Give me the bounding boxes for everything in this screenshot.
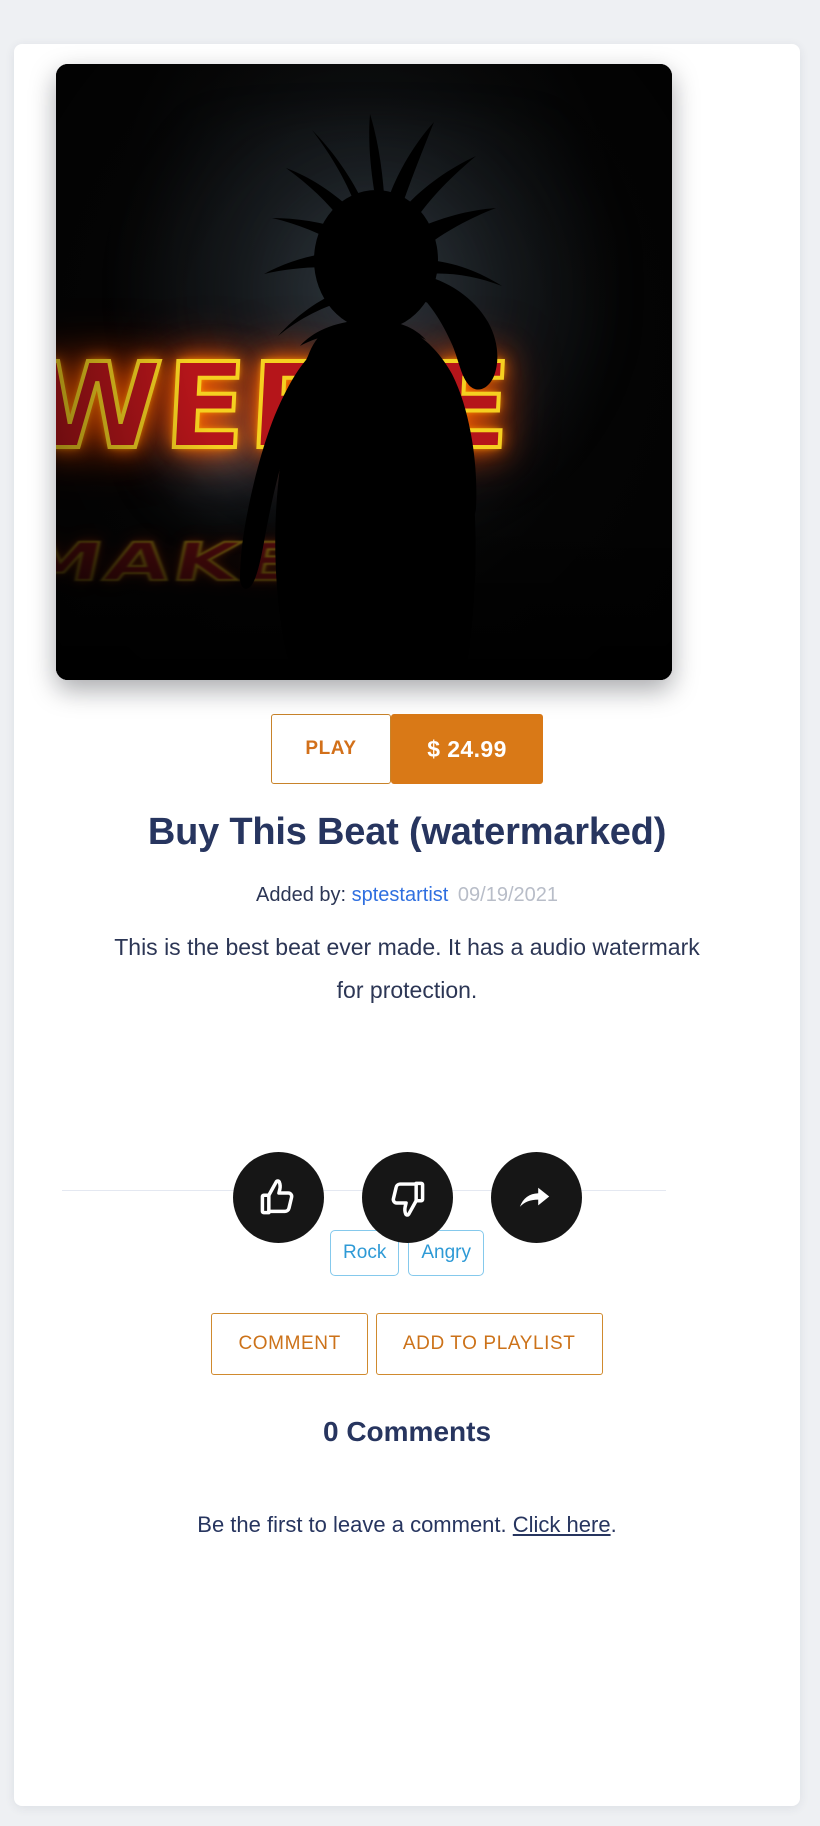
beat-detail-page: WEEKE MAKE [0, 0, 820, 1826]
leave-comment-link[interactable]: Click here [513, 1512, 611, 1537]
like-button[interactable] [232, 1152, 324, 1243]
beat-title: Buy This Beat (watermarked) [147, 811, 667, 853]
beat-description: This is the best beat ever made. It has … [114, 934, 700, 1003]
beat-cover-art[interactable]: WEEKE MAKE [56, 64, 672, 680]
price-buy-button[interactable]: $ 24.99 [391, 714, 543, 784]
thumbs-up-icon [260, 1178, 294, 1214]
added-by-label: Added by: [255, 884, 347, 906]
comments-count-heading: 0 Comments [322, 1416, 492, 1447]
thumbs-down-icon [391, 1181, 425, 1217]
reaction-button-row [14, 1152, 800, 1243]
dancer-silhouette-icon [240, 114, 502, 680]
share-icon [519, 1187, 550, 1207]
added-date: 09/19/2021 [457, 884, 558, 906]
dislike-button[interactable] [361, 1152, 453, 1243]
beat-meta: Added by: sptestartist 09/19/2021 [14, 884, 800, 907]
beat-detail-card: WEEKE MAKE [14, 44, 800, 1806]
add-to-playlist-button[interactable]: ADD TO PLAYLIST [375, 1313, 603, 1375]
share-button[interactable] [490, 1152, 582, 1243]
comments-empty-message: Be the first to leave a comment. Click h… [14, 1512, 800, 1538]
transport-button-row: PLAY $ 24.99 [14, 714, 800, 784]
comment-button[interactable]: COMMENT [211, 1313, 368, 1375]
comments-empty-prefix: Be the first to leave a comment. [197, 1512, 513, 1537]
comments-empty-suffix: . [610, 1512, 617, 1537]
play-button[interactable]: PLAY [271, 714, 391, 784]
cover-art-image: WEEKE MAKE [56, 64, 672, 680]
artist-link[interactable]: sptestartist [352, 884, 449, 906]
secondary-action-row: COMMENT ADD TO PLAYLIST [14, 1313, 800, 1375]
